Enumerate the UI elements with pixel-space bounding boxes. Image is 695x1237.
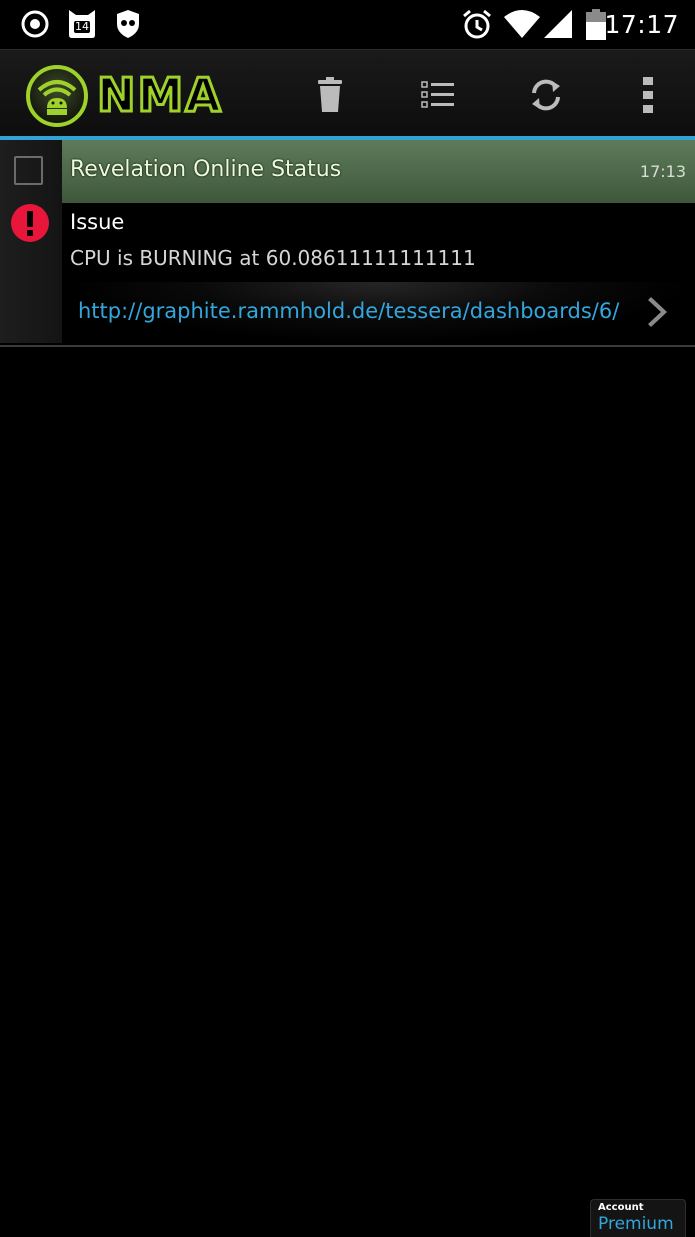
incognito-shield-icon: [115, 9, 141, 43]
application-name: Revelation Online Status: [70, 157, 342, 182]
notification-count: 14: [75, 20, 89, 33]
trash-icon[interactable]: [310, 75, 350, 115]
circle-dot-icon: [20, 9, 50, 43]
notification-side-strip: [0, 140, 62, 343]
nma-logo-icon[interactable]: [25, 64, 89, 132]
notification-time: 17:13: [639, 162, 686, 181]
status-bar: 14 17:17: [0, 0, 695, 49]
select-checkbox[interactable]: [14, 156, 43, 185]
exclamation-circle-icon: [11, 204, 49, 242]
account-premium-badge[interactable]: Account Premium: [590, 1199, 686, 1237]
account-tier: Premium: [598, 1214, 674, 1234]
account-label: Account: [598, 1202, 644, 1213]
notification-link-row[interactable]: http://graphite.rammhold.de/tessera/dash…: [62, 282, 695, 343]
notification-header: Revelation Online Status 17:13: [62, 140, 695, 203]
wifi-icon: [503, 9, 541, 43]
notification-event: Issue: [70, 210, 125, 234]
cell-signal-icon: [543, 9, 573, 43]
overflow-menu-icon[interactable]: [628, 75, 668, 115]
chevron-right-icon[interactable]: [645, 294, 675, 330]
refresh-icon[interactable]: [526, 75, 566, 115]
notification-item[interactable]: Revelation Online Status 17:13 Issue CPU…: [0, 140, 695, 347]
app-logo-text: NMA: [96, 67, 223, 124]
status-clock: 17:17: [604, 10, 679, 39]
notification-url-link[interactable]: http://graphite.rammhold.de/tessera/dash…: [78, 299, 619, 323]
alarm-clock-icon: [461, 9, 493, 45]
notification-description: CPU is BURNING at 60.08611111111111: [70, 246, 476, 270]
list-icon[interactable]: [418, 75, 458, 115]
action-bar: NMA: [0, 49, 695, 138]
